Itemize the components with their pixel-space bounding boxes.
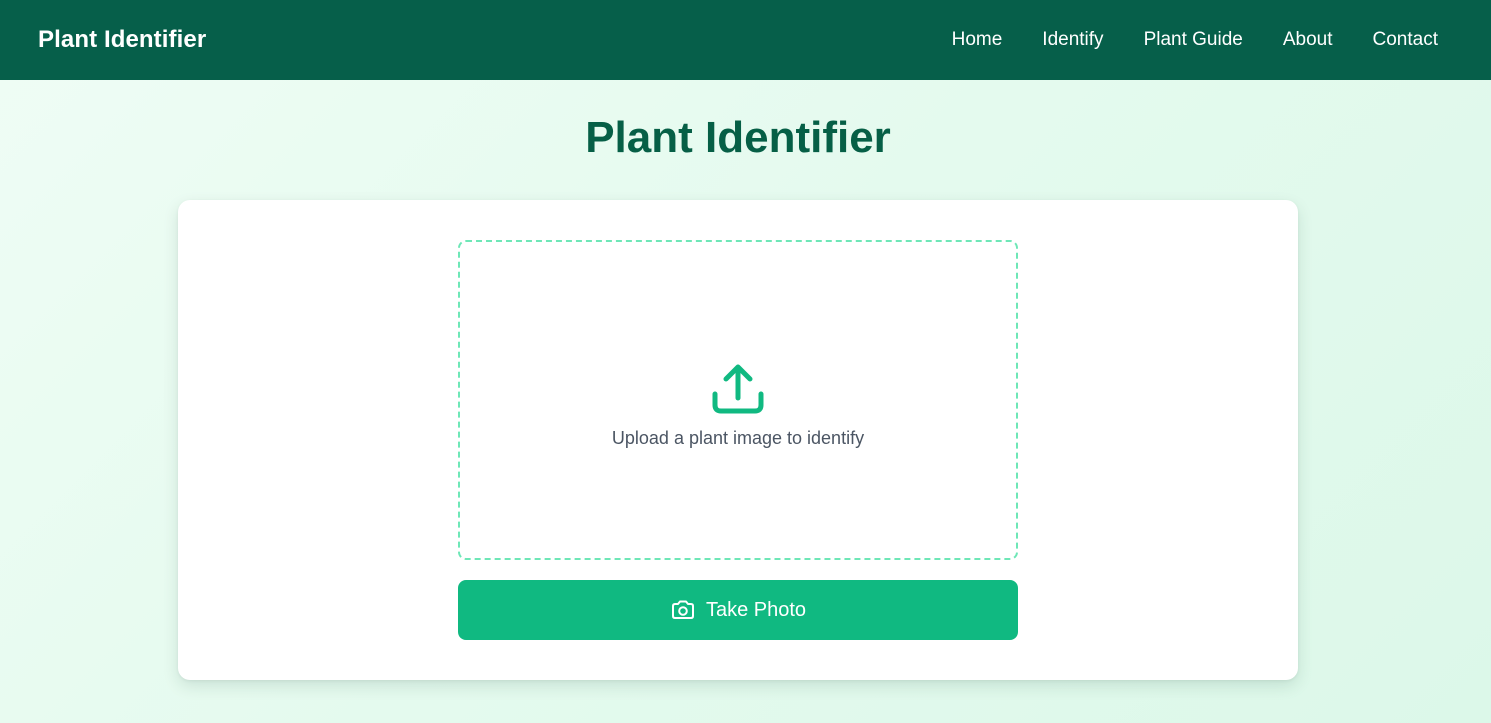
nav-link-home[interactable]: Home xyxy=(952,29,1003,51)
brand-logo-text[interactable]: Plant Identifier xyxy=(38,26,206,54)
camera-icon xyxy=(671,600,694,619)
upload-dropzone[interactable]: Upload a plant image to identify xyxy=(458,240,1018,560)
nav-link-contact[interactable]: Contact xyxy=(1373,29,1438,51)
nav-link-identify[interactable]: Identify xyxy=(1042,29,1103,51)
top-navbar: Plant Identifier Home Identify Plant Gui… xyxy=(0,0,1491,80)
upload-icon xyxy=(712,364,764,413)
identify-card: Upload a plant image to identify Take Ph… xyxy=(178,200,1298,680)
page-title: Plant Identifier xyxy=(585,113,891,162)
nav-link-about[interactable]: About xyxy=(1283,29,1333,51)
take-photo-label: Take Photo xyxy=(705,598,807,621)
main-nav: Home Identify Plant Guide About Contact xyxy=(952,29,1438,51)
upload-instructions: Upload a plant image to identify xyxy=(611,427,865,448)
nav-link-plant-guide[interactable]: Plant Guide xyxy=(1144,29,1243,51)
take-photo-button[interactable]: Take Photo xyxy=(458,580,1018,640)
